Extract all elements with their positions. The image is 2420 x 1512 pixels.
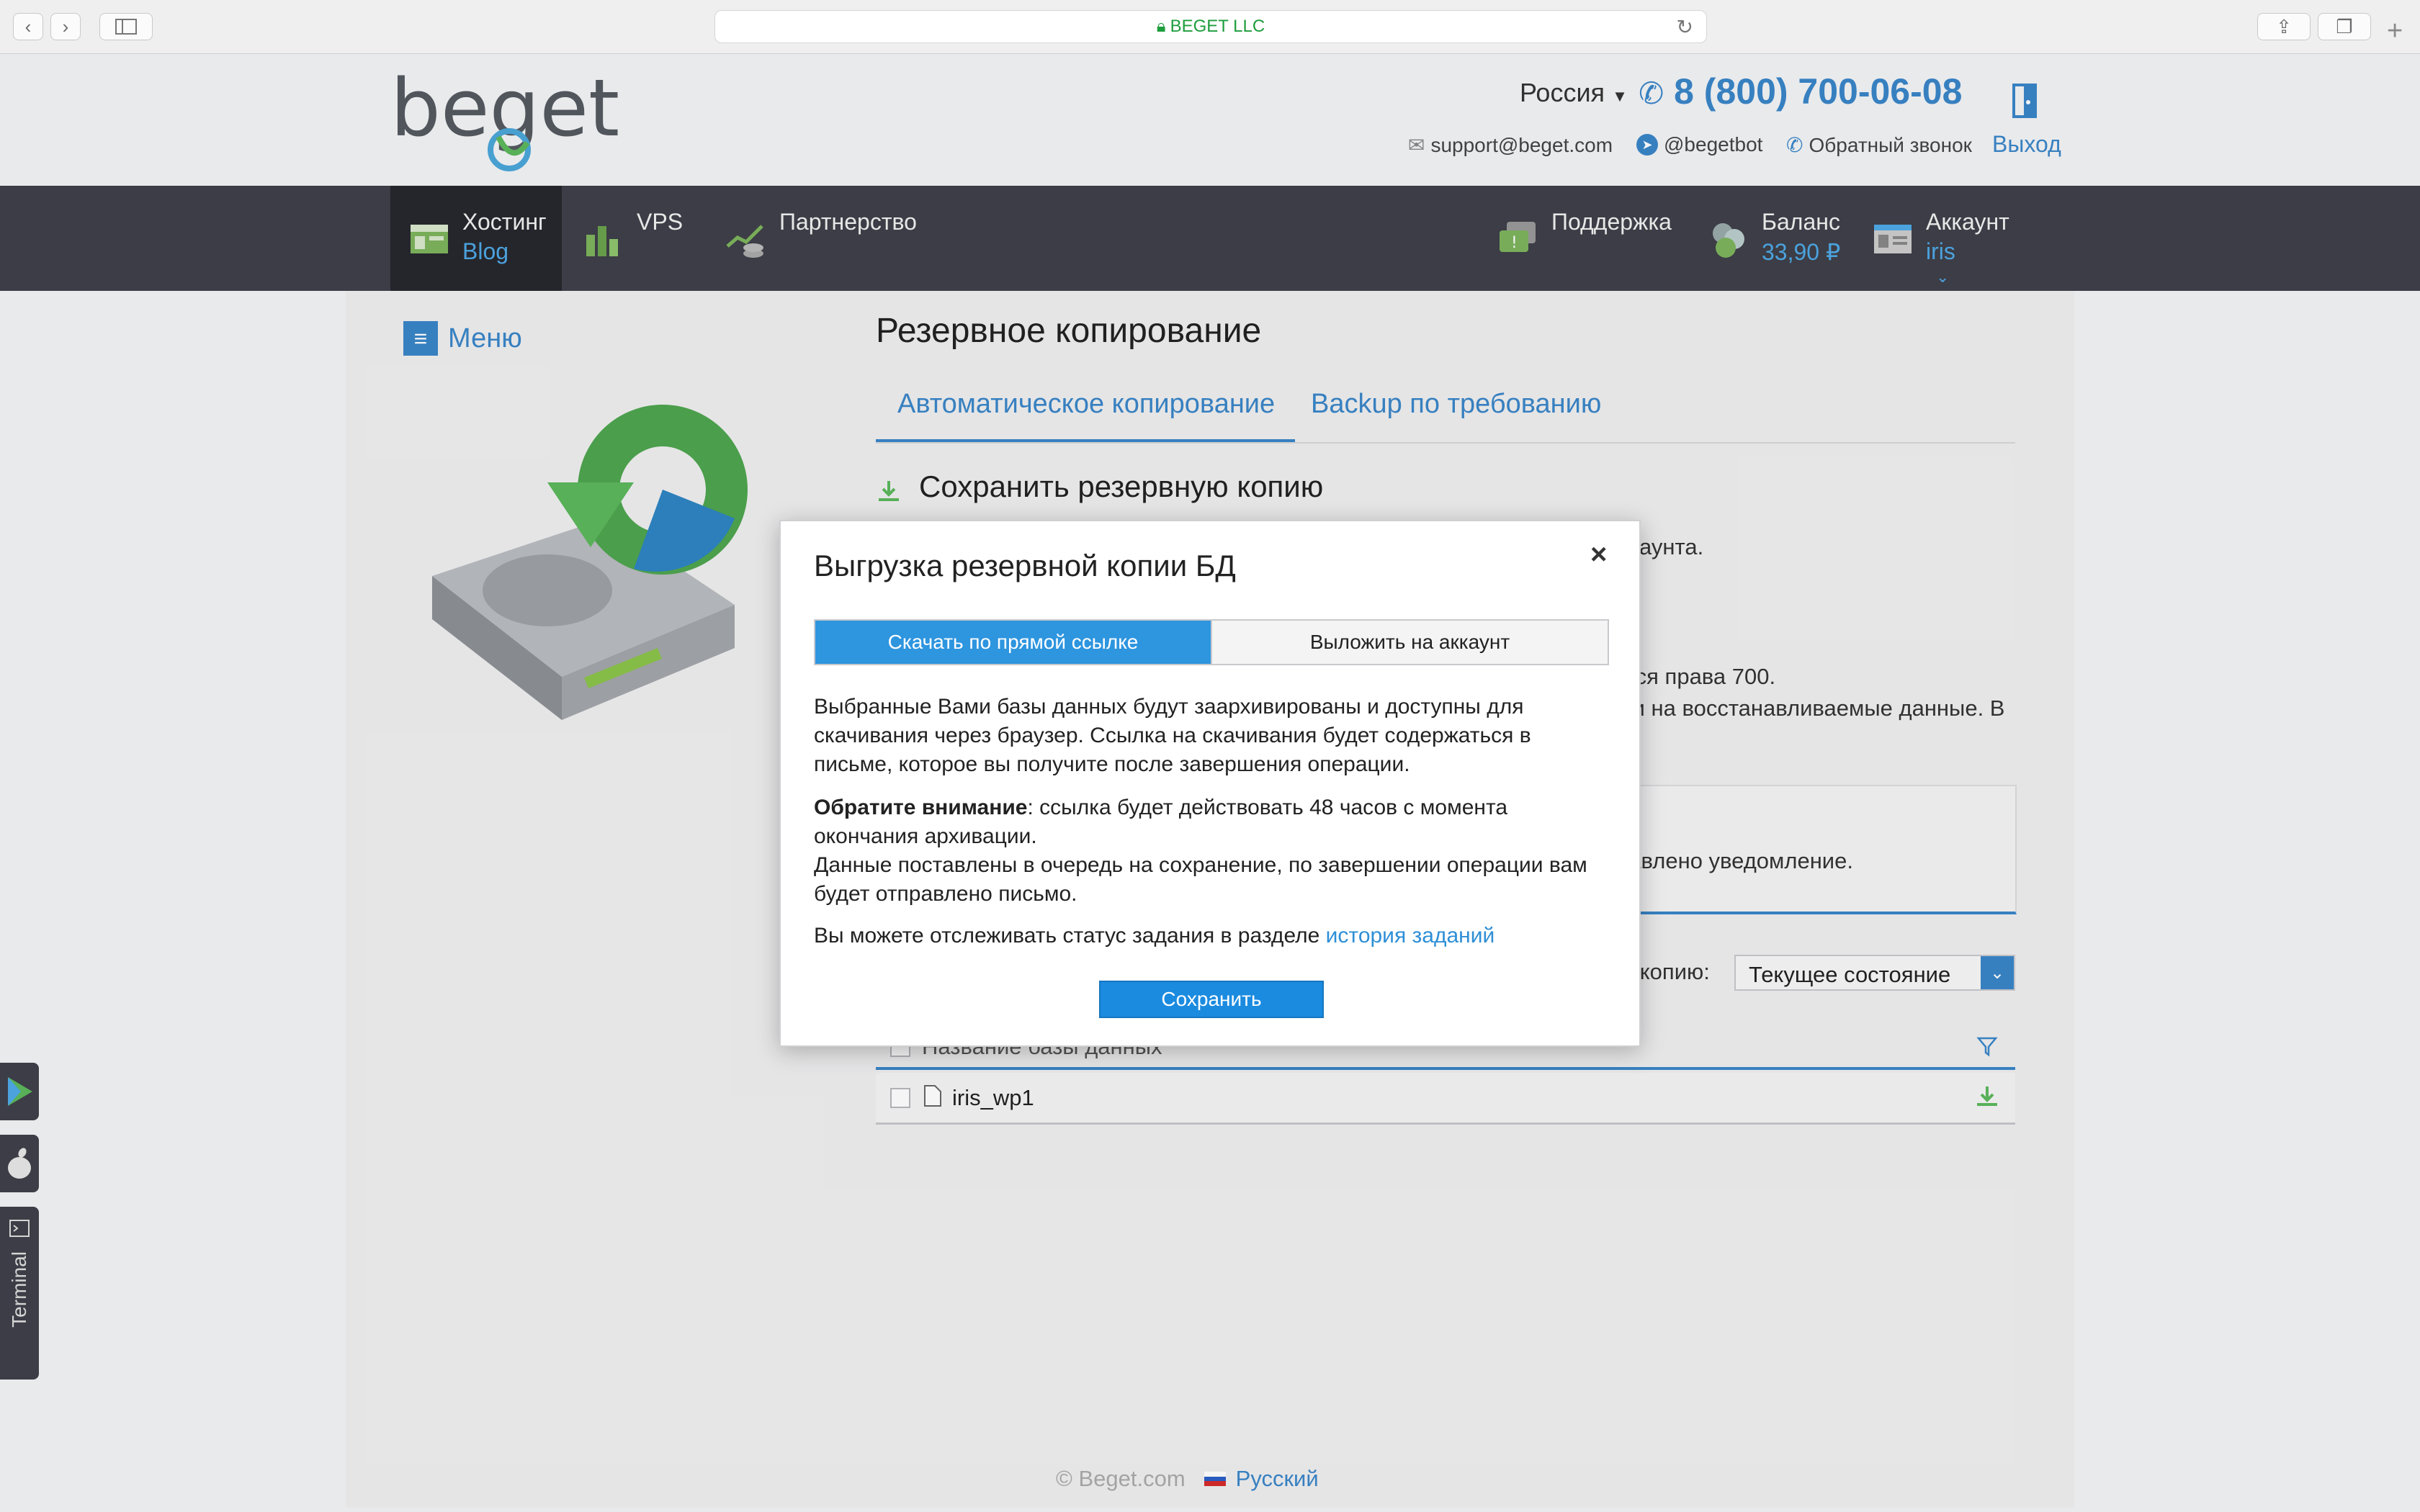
- tab-upload-to-account[interactable]: Выложить на аккаунт: [1211, 621, 1608, 664]
- backup-export-modal: Выгрузка резервной копии БД × Скачать по…: [779, 520, 1641, 1047]
- close-icon[interactable]: ×: [1590, 539, 1607, 571]
- back-button[interactable]: ‹: [13, 13, 43, 40]
- forward-button[interactable]: ›: [50, 13, 81, 40]
- sidebar-icon: [115, 19, 137, 35]
- address-text: BEGET LLC: [1170, 17, 1265, 36]
- tab-direct-download[interactable]: Скачать по прямой ссылке: [815, 621, 1211, 664]
- task-history-link[interactable]: история заданий: [1326, 924, 1495, 948]
- modal-paragraph-status: Вы можете отслеживать статус задания в р…: [814, 922, 1613, 950]
- address-bar[interactable]: 🔒︎ BEGET LLC ↻: [714, 10, 1707, 43]
- reload-icon[interactable]: ↻: [1677, 15, 1693, 39]
- tabs-overview-button[interactable]: ❐: [2318, 13, 2371, 40]
- attention-label: Обратите внимание: [814, 796, 1028, 819]
- browser-toolbar: ‹ › 🔒︎ BEGET LLC ↻ ⇪ ❐ +: [0, 0, 2420, 54]
- lock-icon: 🔒︎: [1156, 17, 1166, 36]
- modal-paragraph-queued: Данные поставлены в очередь на сохранени…: [814, 853, 1587, 906]
- modal-paragraph-attention: Обратите внимание: ссылка будет действов…: [814, 793, 1613, 851]
- status-prefix: Вы можете отслеживать статус задания в р…: [814, 924, 1326, 948]
- save-button[interactable]: Сохранить: [1099, 981, 1324, 1018]
- share-button[interactable]: ⇪: [2257, 13, 2311, 40]
- new-tab-button[interactable]: +: [2387, 16, 2403, 47]
- modal-tabs: Скачать по прямой ссылке Выложить на акк…: [814, 619, 1609, 665]
- modal-paragraph-archive: Выбранные Вами базы данных будут заархив…: [814, 695, 1531, 776]
- sidebar-toggle-button[interactable]: [99, 13, 153, 40]
- modal-title: Выгрузка резервной копии БД: [814, 549, 1236, 582]
